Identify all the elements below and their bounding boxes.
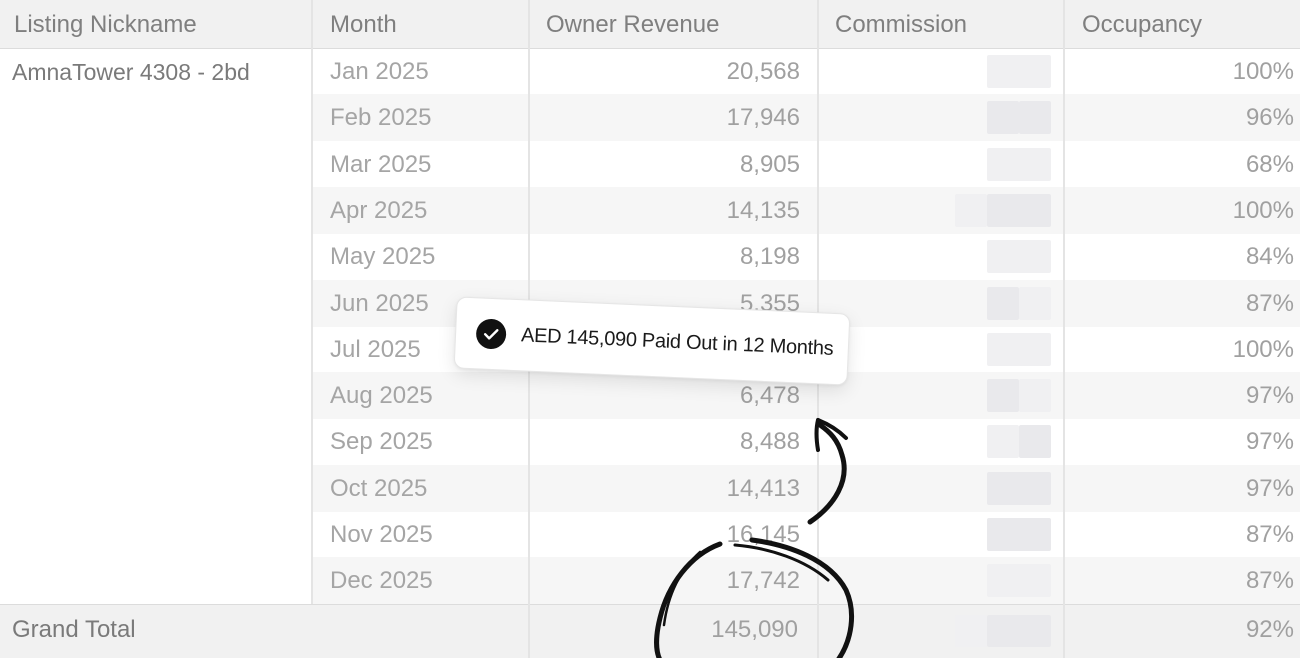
- occupancy-cell: 100%: [1232, 335, 1294, 363]
- owner-revenue-cell: 8,488: [739, 428, 800, 456]
- redacted-commission: [1019, 286, 1051, 320]
- table-row: Sep 2025 8,488 97%: [312, 418, 1300, 465]
- toast-message: AED 145,090 Paid Out in 12 Months: [520, 324, 834, 360]
- occupancy-cell: 96%: [1245, 104, 1294, 132]
- redacted-commission: [1019, 425, 1051, 459]
- redacted-commission: [987, 518, 1051, 551]
- redacted-commission: [1019, 379, 1051, 413]
- check-circle-icon: [475, 318, 507, 350]
- month-cell: Nov 2025: [330, 521, 433, 548]
- occupancy-cell: 87%: [1245, 521, 1294, 548]
- table-header: Listing Nickname Month Owner Revenue Com…: [0, 0, 1300, 49]
- redacted-commission: [987, 55, 1051, 88]
- column-divider: [311, 0, 313, 604]
- redacted-commission: [987, 147, 1051, 181]
- table-row: Oct 2025 14,413 97%: [312, 464, 1300, 512]
- column-header-commission[interactable]: Commission: [821, 0, 1061, 50]
- column-header-owner-revenue[interactable]: Owner Revenue: [532, 0, 816, 50]
- redacted-commission: [987, 193, 1051, 227]
- month-cell: Feb 2025: [330, 104, 432, 132]
- occupancy-cell: 87%: [1245, 567, 1294, 595]
- owner-revenue-cell: 17,742: [726, 567, 800, 595]
- redacted-commission: [987, 615, 1051, 647]
- redacted-commission: [987, 379, 1019, 413]
- redacted-commission: [987, 564, 1051, 598]
- occupancy-cell: 100%: [1232, 58, 1294, 85]
- table-row: Mar 2025 8,905 68%: [312, 141, 1300, 188]
- table-row: Jan 2025 20,568 100%: [312, 48, 1300, 95]
- grand-total-occupancy: 92%: [1245, 616, 1294, 643]
- owner-revenue-cell: 16,145: [726, 521, 800, 548]
- table-row: Dec 2025 17,742 87%: [312, 557, 1300, 605]
- redacted-commission: [987, 101, 1019, 135]
- listing-nickname: AmnaTower 4308 - 2bd: [12, 59, 250, 85]
- owner-revenue-cell: 8,198: [739, 243, 800, 271]
- grand-total-row: Grand Total 145,090 92%: [0, 604, 1300, 658]
- month-cell: Jun 2025: [330, 289, 429, 317]
- owner-revenue-cell: 17,946: [726, 104, 800, 132]
- redacted-commission: [1019, 101, 1051, 135]
- table-row: Apr 2025 14,135 100%: [312, 186, 1300, 234]
- occupancy-cell: 97%: [1245, 428, 1294, 456]
- grand-total-label: Grand Total: [12, 616, 136, 643]
- occupancy-cell: 68%: [1245, 150, 1294, 178]
- month-cell: Apr 2025: [330, 196, 428, 224]
- occupancy-cell: 97%: [1245, 474, 1294, 502]
- table-row: Nov 2025 16,145 87%: [312, 511, 1300, 558]
- occupancy-cell: 97%: [1245, 382, 1294, 410]
- table-row: Feb 2025 17,946 96%: [312, 94, 1300, 142]
- month-cell: Mar 2025: [330, 150, 432, 178]
- column-header-listing[interactable]: Listing Nickname: [0, 0, 312, 50]
- month-cell: May 2025: [330, 243, 436, 271]
- month-cell: Oct 2025: [330, 474, 428, 502]
- month-cell: Dec 2025: [330, 567, 433, 595]
- redacted-commission: [955, 193, 987, 227]
- redacted-commission: [987, 425, 1019, 459]
- redacted-commission: [987, 240, 1051, 274]
- redacted-commission: [987, 332, 1051, 366]
- column-divider: [1063, 0, 1065, 658]
- column-header-month[interactable]: Month: [316, 0, 528, 50]
- column-header-occupancy[interactable]: Occupancy: [1068, 0, 1300, 50]
- occupancy-cell: 87%: [1245, 289, 1294, 317]
- month-cell: Jul 2025: [330, 335, 421, 363]
- month-cell: Aug 2025: [330, 382, 433, 410]
- table-row: May 2025 8,198 84%: [312, 233, 1300, 280]
- grand-total-revenue: 145,090: [711, 616, 798, 643]
- owner-revenue-cell: 8,905: [739, 150, 800, 178]
- owner-revenue-cell: 14,135: [726, 196, 800, 224]
- occupancy-cell: 100%: [1232, 196, 1294, 224]
- redacted-commission: [987, 471, 1051, 505]
- redacted-commission: [987, 286, 1019, 320]
- month-cell: Jan 2025: [330, 58, 429, 85]
- month-cell: Sep 2025: [330, 428, 433, 456]
- occupancy-cell: 84%: [1245, 243, 1294, 271]
- owner-revenue-cell: 20,568: [726, 58, 800, 85]
- redacted-commission: [955, 615, 987, 647]
- owner-revenue-cell: 14,413: [726, 474, 800, 502]
